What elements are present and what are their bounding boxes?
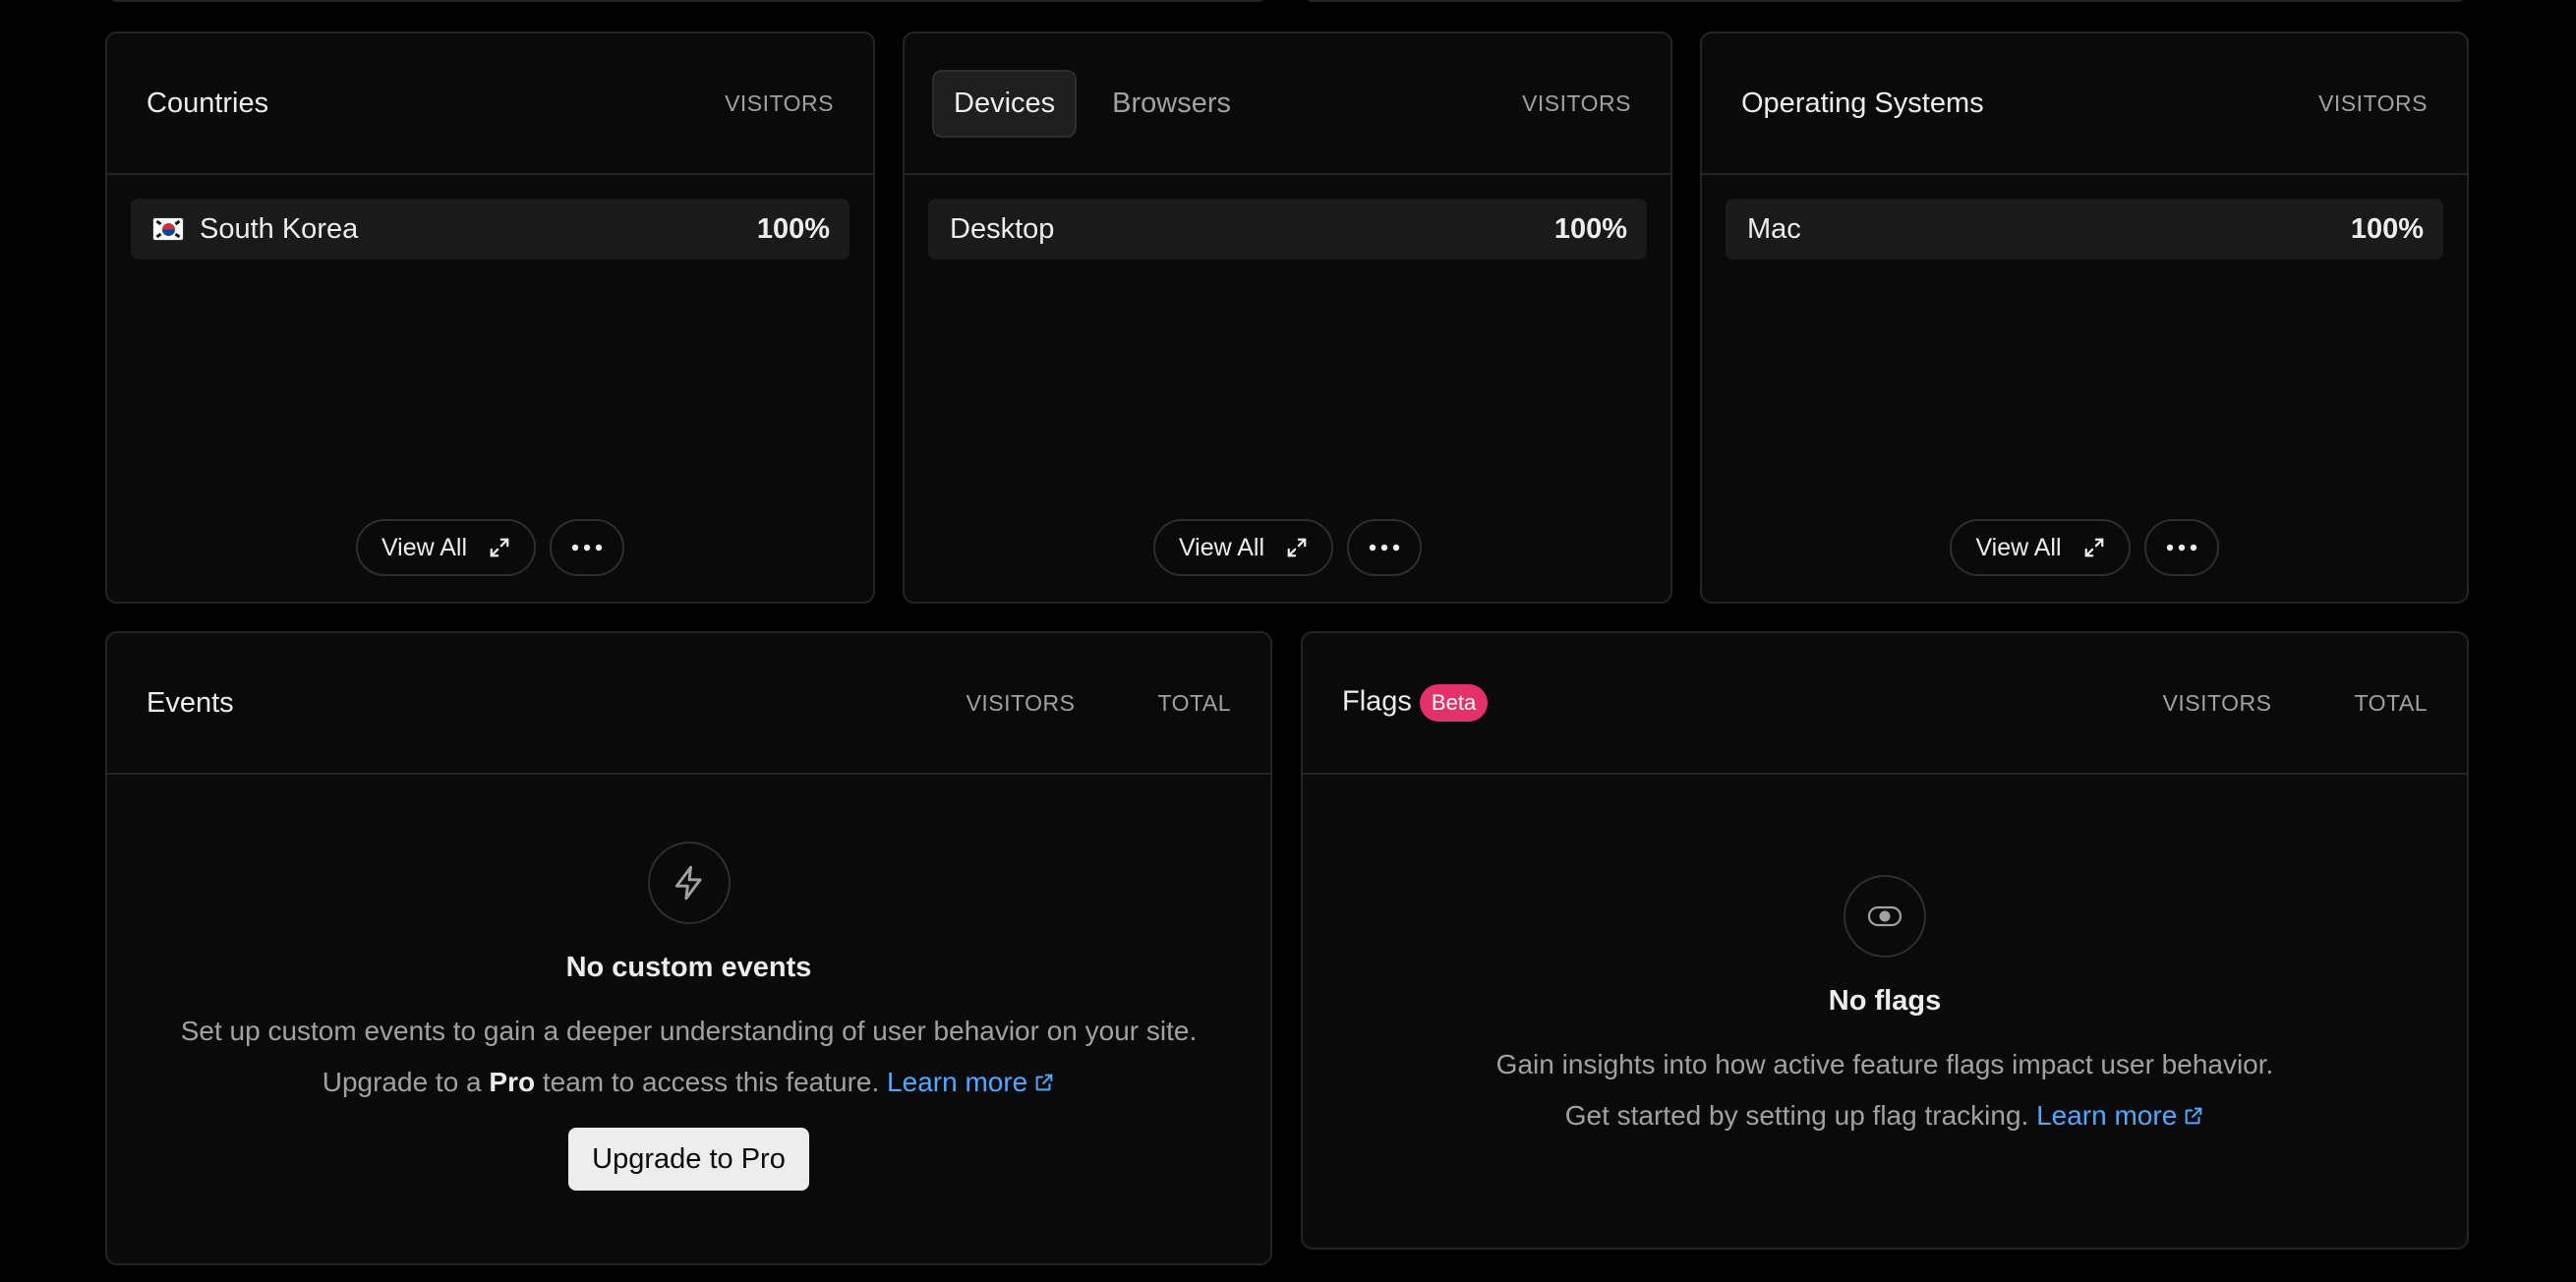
device-name: Desktop [950, 212, 1055, 245]
country-label: South Korea [152, 213, 358, 246]
learn-more-text: Learn more [2036, 1100, 2178, 1131]
devices-visitors-column: VISITORS [1522, 89, 1631, 116]
toggle-icon [1844, 875, 1926, 958]
os-view-all-button[interactable]: View All [1950, 519, 2131, 576]
device-value: 100% [1553, 212, 1627, 245]
more-icon [1369, 544, 1400, 552]
events-card: Events VISITORS TOTAL No custom events S… [105, 631, 1272, 1265]
south-korea-flag-icon [152, 217, 184, 241]
devices-header: Devices Browsers VISITORS [905, 33, 1670, 175]
flags-visitors-column: VISITORS [2162, 689, 2272, 716]
countries-footer: View All [107, 519, 873, 576]
events-visitors-column: VISITORS [966, 689, 1076, 716]
events-learn-more-link[interactable]: Learn more [887, 1067, 1055, 1097]
countries-view-all-button[interactable]: View All [355, 519, 537, 576]
card-above-left [106, 0, 1269, 2]
view-all-label: View All [1178, 533, 1265, 561]
more-icon [2166, 544, 2196, 552]
view-all-label: View All [381, 533, 468, 561]
os-more-button[interactable] [2143, 519, 2219, 576]
events-line2: Upgrade to a Pro team to access this fea… [181, 1057, 1198, 1108]
country-value: 100% [756, 212, 830, 245]
devices-tabs: Devices Browsers [932, 69, 1253, 138]
learn-more-text: Learn more [887, 1067, 1028, 1097]
beta-badge: Beta [1419, 684, 1489, 722]
devices-more-button[interactable] [1347, 519, 1423, 576]
os-title: Operating Systems [1741, 87, 1984, 119]
country-name: South Korea [200, 212, 359, 245]
os-visitors-column: VISITORS [2318, 89, 2428, 116]
expand-icon [2084, 538, 2103, 557]
external-link-icon [2185, 1107, 2202, 1125]
expand-icon [1287, 538, 1307, 557]
countries-more-button[interactable] [550, 519, 625, 576]
devices-footer: View All [905, 519, 1670, 576]
countries-visitors-column: VISITORS [725, 89, 834, 116]
more-icon [571, 544, 603, 552]
upgrade-to-pro-button[interactable]: Upgrade to Pro [568, 1128, 809, 1191]
flags-columns: VISITORS TOTAL [2163, 690, 2428, 717]
countries-header: Countries VISITORS [107, 33, 873, 175]
view-all-label: View All [1975, 533, 2062, 561]
devices-view-all-button[interactable]: View All [1152, 519, 1334, 576]
flags-empty-state: No flags Gain insights into how active f… [1303, 875, 2467, 1141]
external-link-icon [1035, 1074, 1053, 1091]
flags-title-group: Flags Beta [1342, 684, 1489, 722]
tab-browsers[interactable]: Browsers [1090, 70, 1253, 138]
flags-header: Flags Beta VISITORS TOTAL [1303, 633, 2467, 775]
events-columns: VISITORS TOTAL [966, 690, 1231, 717]
devices-card: Devices Browsers VISITORS Desktop 100% V… [903, 31, 1672, 604]
card-above-right [1302, 0, 2469, 2]
flags-card: Flags Beta VISITORS TOTAL No flags Gain i… [1301, 631, 2469, 1250]
events-line2-pre: Upgrade to a [322, 1067, 490, 1097]
flags-empty-title: No flags [1828, 985, 1942, 1017]
pro-label: Pro [489, 1067, 536, 1097]
flags-line1: Gain insights into how active feature fl… [1495, 1049, 2274, 1079]
os-name: Mac [1747, 212, 1801, 245]
device-row[interactable]: Desktop 100% [928, 199, 1647, 260]
os-footer: View All [1702, 519, 2467, 576]
flags-total-column: TOTAL [2354, 689, 2428, 716]
flags-line2-text: Get started by setting up flag tracking. [1564, 1100, 2037, 1131]
flags-learn-more-link[interactable]: Learn more [2036, 1100, 2204, 1131]
events-title: Events [146, 686, 234, 719]
events-total-column: TOTAL [1157, 689, 1231, 716]
tab-devices[interactable]: Devices [932, 69, 1078, 138]
expand-icon [490, 538, 509, 557]
os-card: Operating Systems VISITORS Mac 100% View… [1700, 31, 2469, 604]
events-header: Events VISITORS TOTAL [107, 633, 1270, 775]
events-line1: Set up custom events to gain a deeper un… [180, 1016, 1198, 1046]
countries-card: Countries VISITORS South Korea 100% View… [105, 31, 875, 604]
os-row[interactable]: Mac 100% [1726, 199, 2443, 260]
flags-line2: Get started by setting up flag tracking.… [1496, 1090, 2274, 1141]
os-value: 100% [2350, 212, 2424, 245]
os-header: Operating Systems VISITORS [1702, 33, 2467, 175]
flags-title: Flags [1342, 685, 1412, 718]
countries-title: Countries [146, 87, 269, 119]
flags-empty-description: Gain insights into how active feature fl… [1496, 1039, 2274, 1141]
bolt-icon [647, 842, 731, 924]
country-row[interactable]: South Korea 100% [131, 199, 849, 260]
events-empty-description: Set up custom events to gain a deeper un… [181, 1006, 1198, 1108]
events-empty-state: No custom events Set up custom events to… [107, 842, 1270, 1191]
events-empty-title: No custom events [565, 952, 812, 983]
events-line2-post: team to access this feature. [535, 1067, 888, 1097]
